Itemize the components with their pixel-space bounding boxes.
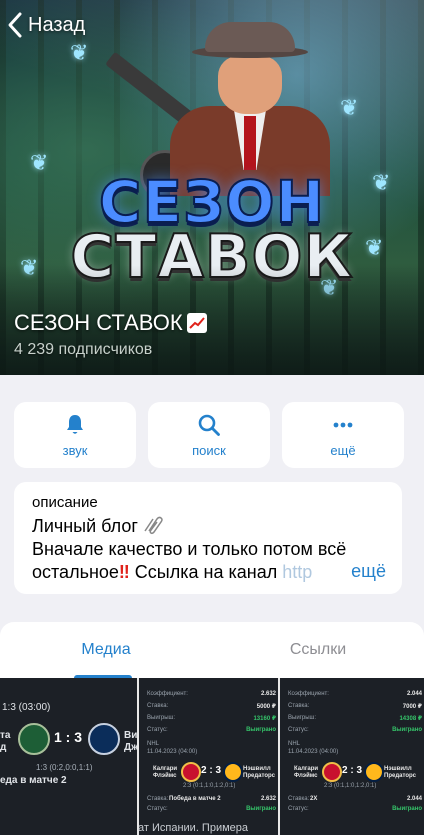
match-date: 11.04.2023 (04:00) bbox=[288, 749, 339, 755]
search-icon bbox=[198, 414, 220, 436]
action-bar: звук поиск ещё bbox=[14, 402, 404, 468]
match-score: 1 : 3 bbox=[54, 729, 83, 745]
jets-logo-icon bbox=[88, 723, 120, 755]
profile-tabs: Медиа Ссылки bbox=[0, 622, 424, 678]
description-line2: Вначале качество и только потом всё bbox=[32, 539, 347, 559]
match-date: 11.04.2023 (04:00) bbox=[147, 749, 198, 755]
paperclip-icon bbox=[144, 516, 163, 535]
more-label: ещё bbox=[330, 442, 356, 458]
league-name: NHL bbox=[147, 741, 160, 747]
bet-label: Ставка: bbox=[147, 796, 169, 802]
bet-caption: еда в матче 2 bbox=[0, 775, 67, 786]
predators-logo-icon bbox=[223, 762, 243, 782]
back-button[interactable]: Назад bbox=[6, 10, 85, 40]
win-value: 13160 ₽ bbox=[253, 716, 276, 722]
team-a-name: Калгари Флэймс bbox=[153, 766, 178, 779]
match-score: 2 : 3 bbox=[342, 765, 363, 776]
bet-value: Победа в матче 2 bbox=[169, 796, 221, 802]
bet-value: 2X bbox=[310, 796, 318, 802]
mute-label: звук bbox=[62, 442, 88, 458]
bet-label: Ставка: bbox=[288, 796, 310, 802]
bet-status-label: Статус: bbox=[147, 806, 168, 812]
status-value: Выиграно bbox=[392, 727, 422, 733]
tab-links[interactable]: Ссылки bbox=[212, 622, 424, 678]
match-period: 1:3 (03:00) bbox=[2, 702, 51, 713]
tab-media-label: Медиа bbox=[81, 641, 131, 658]
team-right-name-a: Ви bbox=[124, 730, 137, 741]
tab-media[interactable]: Медиа bbox=[0, 622, 212, 678]
match-periods: 1:3 (0:2,0:0,1:1) bbox=[36, 763, 93, 772]
bet-status-label: Статус: bbox=[288, 806, 309, 812]
description-line3-b: Ссылка на канал bbox=[134, 562, 278, 582]
search-button[interactable]: поиск bbox=[148, 402, 270, 468]
coef-value: 2.044 bbox=[406, 691, 422, 697]
bet-status: Выиграно bbox=[246, 806, 276, 812]
status-label: Статус: bbox=[147, 727, 168, 733]
more-button[interactable]: ещё bbox=[282, 402, 404, 468]
tie-graphic bbox=[244, 116, 256, 170]
subscriber-count: 4 239 подписчиков bbox=[14, 341, 153, 358]
stake-value: 7000 ₽ bbox=[402, 704, 422, 710]
description-card[interactable]: описание Личный блог Вначале качество и … bbox=[14, 482, 402, 594]
media-thumbnail[interactable]: 1:3 (03:00) та д 1 : 3 Ви Дж 1:3 (0:2,0:… bbox=[0, 678, 137, 835]
coef-label: Коэффициент: bbox=[147, 691, 188, 697]
media-thumbnail[interactable]: Коэффициент: 2.044 Ставка: 7000 ₽ Выигры… bbox=[280, 678, 424, 835]
bell-icon bbox=[67, 414, 83, 434]
description-more-button[interactable]: ещё bbox=[321, 561, 386, 582]
team-left-name-b: д bbox=[0, 742, 7, 753]
bet-coef: 2.044 bbox=[406, 796, 422, 802]
chevron-left-icon bbox=[8, 12, 22, 38]
team-left-name-a: та bbox=[0, 730, 11, 741]
butterfly-icon: ❦ bbox=[70, 40, 89, 65]
stake-label: Ставка: bbox=[147, 703, 169, 709]
media-grid: 1:3 (03:00) та д 1 : 3 Ви Дж 1:3 (0:2,0:… bbox=[0, 678, 424, 835]
match-periods: 2:3 (0:1,1:0,1:2,0:1) bbox=[324, 783, 377, 789]
coef-label: Коэффициент: bbox=[288, 691, 329, 697]
face-graphic bbox=[218, 56, 282, 114]
team-right-name-b: Дж bbox=[124, 742, 137, 753]
wild-logo-icon bbox=[18, 723, 50, 755]
butterfly-icon: ❦ bbox=[340, 95, 359, 120]
win-label: Выигрыш: bbox=[147, 715, 175, 721]
stake-value: 5000 ₽ bbox=[256, 704, 276, 710]
back-label: Назад bbox=[28, 13, 86, 36]
flames-logo-icon bbox=[322, 762, 342, 782]
media-thumbnail[interactable]: Коэффициент: 2.632 Ставка: 5000 ₽ Выигры… bbox=[139, 678, 278, 835]
stake-label: Ставка: bbox=[288, 703, 310, 709]
more-dots-icon bbox=[333, 422, 353, 427]
team-b-name: Нэшвилл Предаторс bbox=[384, 766, 416, 779]
team-a-name: Калгари Флэймс bbox=[294, 766, 319, 779]
description-line3-a: остальное bbox=[32, 562, 119, 582]
coef-value: 2.632 bbox=[260, 691, 276, 697]
hat-graphic bbox=[205, 22, 295, 52]
channel-name-text: СЕЗОН СТАВОК bbox=[14, 310, 183, 335]
league-name: NHL bbox=[288, 741, 301, 747]
channel-avatar-cover: ❦ ❦ ❦ ❦ ❦ ❦ ❦ СЕЗОН СТАВОК Назад СЕЗОН С… bbox=[0, 0, 424, 375]
status-value: Выиграно bbox=[246, 727, 276, 733]
search-label: поиск bbox=[192, 442, 226, 458]
win-label: Выигрыш: bbox=[288, 715, 316, 721]
win-value: 14308 ₽ bbox=[399, 716, 422, 722]
bet-coef: 2.632 bbox=[260, 796, 276, 802]
team-b-name: Нэшвилл Предаторс bbox=[243, 766, 275, 779]
status-label: Статус: bbox=[288, 727, 309, 733]
double-exclamation-icon: ‼ bbox=[118, 562, 130, 582]
flames-logo-icon bbox=[181, 762, 201, 782]
match-periods: 2:3 (0:1,1:0,1:2,0:1) bbox=[183, 783, 236, 789]
tab-links-label: Ссылки bbox=[289, 641, 347, 658]
gangster-illustration bbox=[105, 10, 330, 200]
description-label: описание bbox=[32, 494, 98, 511]
predators-logo-icon bbox=[364, 762, 384, 782]
next-row-partial-text: ат Испании. Примера bbox=[138, 822, 249, 834]
description-link[interactable]: http bbox=[282, 562, 312, 582]
channel-title: СЕЗОН СТАВОК bbox=[14, 310, 207, 336]
mute-button[interactable]: звук bbox=[14, 402, 136, 468]
description-line1: Личный блог bbox=[32, 516, 138, 536]
match-score: 2 : 3 bbox=[201, 765, 222, 776]
chart-increasing-icon bbox=[186, 313, 207, 333]
bet-status: Выиграно bbox=[392, 806, 422, 812]
